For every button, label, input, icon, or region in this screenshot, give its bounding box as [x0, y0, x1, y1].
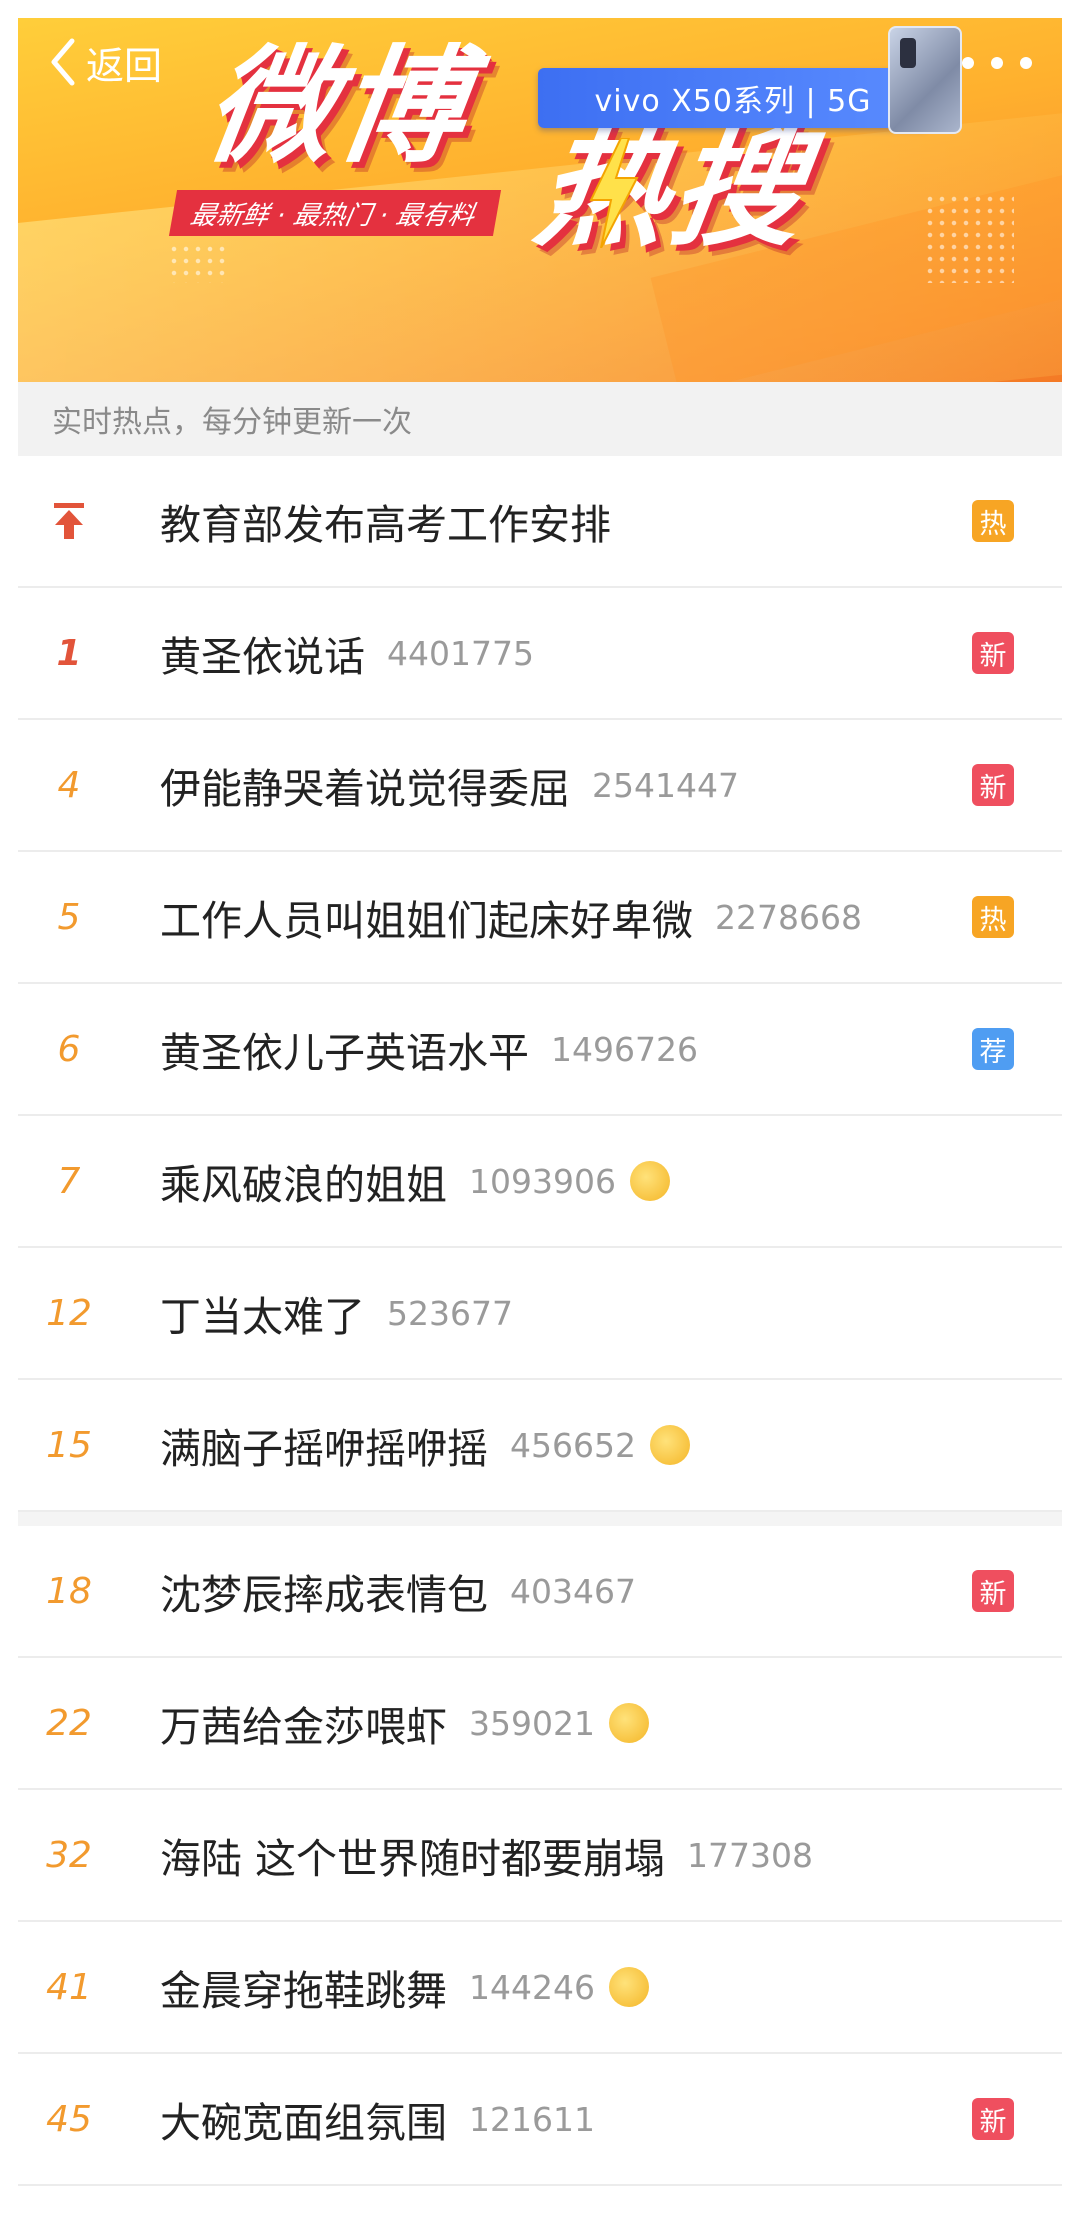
laugh-cry-icon — [649, 1425, 690, 1465]
heat-count: 121611 — [469, 2099, 595, 2139]
more-dot-icon — [991, 57, 1003, 69]
rank-number: 4 — [57, 764, 81, 806]
hot-search-item[interactable]: 45 大碗宽面组氛围 121611 新 — [18, 2054, 1062, 2186]
topic-title[interactable]: 沈梦辰摔成表情包 — [160, 1561, 488, 1621]
rank-number: 6 — [57, 1028, 81, 1070]
hot-search-item[interactable]: 18 沈梦辰摔成表情包 403467 新 — [18, 1526, 1062, 1658]
banner-slogan: 最新鲜 · 最热门 · 最有料 — [168, 190, 501, 236]
topic-title[interactable]: 乘风破浪的姐姐 — [160, 1151, 447, 1211]
heat-count: 359021 — [469, 1703, 595, 1743]
status-badge: 新 — [972, 1570, 1014, 1612]
status-badge: 热 — [972, 500, 1014, 542]
status-badge: 新 — [972, 632, 1014, 674]
rank-number: 12 — [46, 1292, 92, 1334]
rank-number: 1 — [56, 632, 82, 674]
hot-search-item[interactable]: 6 黄圣依儿子英语水平 1496726 荐 — [18, 984, 1062, 1116]
hot-search-item[interactable]: 15 满脑子摇咿摇咿摇 456652 — [18, 1380, 1062, 1512]
topic-title[interactable]: 教育部发布高考工作安排 — [160, 491, 611, 551]
heat-count: 2541447 — [592, 765, 739, 805]
rank-number: 45 — [46, 2098, 92, 2140]
heat-count: 1496726 — [551, 1029, 698, 1069]
doge-icon — [608, 1703, 649, 1743]
pinned-top-icon — [18, 501, 120, 541]
heat-count: 144246 — [469, 1967, 595, 2007]
rank-number: 18 — [46, 1570, 92, 1612]
chevron-left-icon — [51, 38, 75, 86]
heat-count: 1093906 — [469, 1161, 616, 1201]
rank-number: 32 — [46, 1834, 92, 1876]
rank-number: 5 — [57, 896, 81, 938]
heat-count: 177308 — [687, 1835, 814, 1875]
rank-number: 22 — [46, 1702, 92, 1744]
rank-number: 15 — [46, 1424, 92, 1466]
list-divider-gap — [18, 1512, 1062, 1526]
laugh-cry-icon — [629, 1161, 670, 1201]
topic-title[interactable]: 伊能静哭着说觉得委屈 — [160, 755, 570, 815]
topic-title[interactable]: 海陆 这个世界随时都要崩塌 — [160, 1825, 665, 1885]
hot-search-item[interactable]: 32 海陆 这个世界随时都要崩塌 177308 — [18, 1790, 1062, 1922]
topic-title[interactable]: 工作人员叫姐姐们起床好卑微 — [160, 887, 693, 947]
status-badge: 热 — [972, 896, 1014, 938]
status-badge: 新 — [972, 764, 1014, 806]
laugh-icon — [608, 1967, 649, 2007]
phone-ad-image — [888, 26, 962, 134]
hot-search-item[interactable]: 教育部发布高考工作安排 热 — [18, 456, 1062, 588]
more-dot-icon — [962, 57, 974, 69]
heat-count: 2278668 — [715, 897, 862, 937]
hot-search-item[interactable]: 1 黄圣依说话 4401775 新 — [18, 588, 1062, 720]
back-label: 返回 — [86, 43, 163, 88]
hot-search-item[interactable]: 12 丁当太难了 523677 — [18, 1248, 1062, 1380]
status-badge: 荐 — [972, 1028, 1014, 1070]
weibo-logo-text: 微博 — [197, 33, 479, 180]
heat-count: 403467 — [510, 1571, 636, 1611]
topic-title[interactable]: 万茜给金莎喂虾 — [160, 1693, 447, 1753]
hot-search-item[interactable]: 41 金晨穿拖鞋跳舞 144246 — [18, 1922, 1062, 2054]
back-button[interactable]: 返回 — [48, 32, 162, 92]
rank-number: 7 — [57, 1160, 81, 1202]
hot-search-banner: 返回 微博 热搜 最新鲜 · 最热门 · 最有料 vivo X50系列 | 5G — [18, 18, 1062, 382]
hot-search-page: 返回 微博 热搜 最新鲜 · 最热门 · 最有料 vivo X50系列 | 5G… — [18, 18, 1062, 2217]
ad-badge[interactable]: vivo X50系列 | 5G — [538, 68, 928, 128]
heat-count: 523677 — [387, 1293, 513, 1333]
hot-search-item[interactable]: 4 伊能静哭着说觉得委屈 2541447 新 — [18, 720, 1062, 852]
banner-dots-decoration — [168, 243, 228, 283]
topic-title[interactable]: 丁当太难了 — [160, 1283, 365, 1343]
update-info-bar: 实时热点，每分钟更新一次 — [18, 382, 1062, 456]
more-dot-icon — [1020, 57, 1032, 69]
banner-dots-decoration — [924, 193, 1014, 283]
status-badge: 新 — [972, 2098, 1014, 2140]
rank-number: 41 — [46, 1966, 92, 2008]
topic-title[interactable]: 大碗宽面组氛围 — [160, 2089, 447, 2149]
hot-search-list: 教育部发布高考工作安排热 1 黄圣依说话 4401775 新 4 伊能静哭着说觉得委屈 254… — [18, 456, 1062, 2186]
hot-search-logo-text: 热搜 — [527, 112, 817, 264]
topic-title[interactable]: 金晨穿拖鞋跳舞 — [160, 1957, 447, 2017]
hot-search-item[interactable]: 7 乘风破浪的姐姐 1093906 — [18, 1116, 1062, 1248]
lightning-bolt-icon — [589, 138, 639, 248]
topic-title[interactable]: 黄圣依说话 — [160, 623, 365, 683]
heat-count: 4401775 — [387, 633, 534, 673]
heat-count: 456652 — [510, 1425, 636, 1465]
hot-search-item[interactable]: 22 万茜给金莎喂虾 359021 — [18, 1658, 1062, 1790]
topic-title[interactable]: 黄圣依儿子英语水平 — [160, 1019, 529, 1079]
more-options-button[interactable] — [962, 48, 1032, 78]
hot-search-item[interactable]: 5 工作人员叫姐姐们起床好卑微 2278668 热 — [18, 852, 1062, 984]
topic-title[interactable]: 满脑子摇咿摇咿摇 — [160, 1415, 488, 1475]
